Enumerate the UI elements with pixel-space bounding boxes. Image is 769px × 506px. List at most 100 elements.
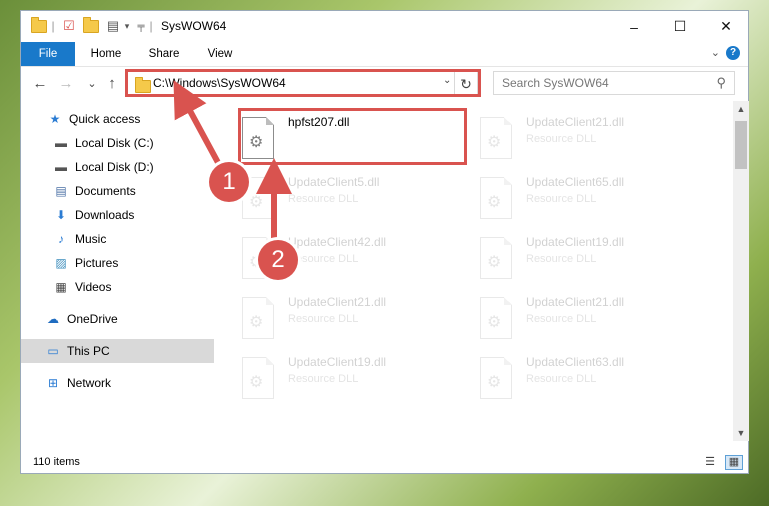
forward-button[interactable]: →	[57, 75, 75, 93]
gear-icon: ⚙	[487, 254, 502, 271]
vertical-scrollbar[interactable]: ▲ ▼	[733, 101, 749, 441]
sidebar-item-music[interactable]: ♪ Music 📌	[21, 227, 246, 251]
dll-file-icon: ⚙	[480, 177, 512, 219]
sidebar-item-pictures[interactable]: ▨ Pictures 📌	[21, 251, 246, 275]
search-icon[interactable]: ⚲	[716, 75, 726, 91]
file-item[interactable]: ⚙ UpdateClient21.dll Resource DLL	[480, 291, 700, 343]
sidebar-item-downloads[interactable]: ⬇ Downloads 📌	[21, 203, 246, 227]
sidebar-item-onedrive[interactable]: ☁ OneDrive	[21, 307, 238, 331]
recent-locations-button[interactable]: ⌄	[83, 75, 101, 93]
scroll-down-button[interactable]: ▼	[733, 425, 749, 441]
folder-icon	[135, 77, 151, 93]
help-icon[interactable]: ?	[726, 46, 740, 60]
file-name: UpdateClient19.dll	[288, 355, 387, 369]
divider: |	[51, 19, 55, 33]
gear-icon: ⚙	[487, 314, 502, 331]
sidebar-item-label: Videos	[75, 280, 112, 294]
downloads-icon: ⬇	[55, 208, 67, 222]
file-type: Resource DLL	[526, 193, 597, 205]
customize-toolbar-icon[interactable]: ▤	[105, 17, 121, 35]
dll-file-icon: ⚙	[480, 237, 512, 279]
file-type: Resource DLL	[526, 133, 597, 145]
address-path[interactable]: C:\Windows\SysWOW64	[153, 76, 286, 90]
search-box[interactable]: Search SysWOW64 ⚲	[493, 71, 735, 95]
music-icon: ♪	[58, 232, 64, 246]
file-name: UpdateClient65.dll	[526, 175, 625, 189]
new-folder-icon[interactable]	[83, 16, 99, 35]
file-name: UpdateClient5.dll	[288, 175, 380, 189]
sidebar-item-network[interactable]: ⊞ Network	[21, 371, 238, 395]
step-badge-1: 1	[209, 162, 249, 202]
file-type: Resource DLL	[288, 193, 359, 205]
file-item[interactable]: ⚙ UpdateClient19.dll Resource DLL	[242, 351, 462, 403]
refresh-button[interactable]: ↻	[454, 71, 478, 95]
tab-home[interactable]: Home	[83, 42, 129, 66]
dll-file-icon: ⚙	[480, 357, 512, 399]
dll-file-icon: ⚙	[242, 117, 274, 159]
sidebar-item-label: Pictures	[75, 256, 119, 270]
sidebar-item-local-disk-c[interactable]: ▬ Local Disk (C:) 📌	[21, 131, 246, 155]
file-name: UpdateClient19.dll	[526, 235, 625, 249]
window-title: SysWOW64	[161, 19, 227, 33]
file-type: Resource DLL	[526, 253, 597, 265]
gear-icon: ⚙	[487, 134, 502, 151]
back-button[interactable]: ←	[31, 75, 49, 93]
tab-view[interactable]: View	[197, 42, 243, 66]
file-name: UpdateClient63.dll	[526, 355, 625, 369]
file-name: UpdateClient21.dll	[526, 115, 625, 129]
large-icons-view-button[interactable]: ▦	[725, 455, 743, 470]
file-item-hpfst207[interactable]: ⚙ hpfst207.dll	[242, 111, 462, 163]
sidebar-item-label: Documents	[75, 184, 136, 198]
scroll-thumb[interactable]	[735, 121, 747, 169]
sidebar-item-videos[interactable]: ▦ Videos 📌	[21, 275, 246, 299]
file-item[interactable]: ⚙ UpdateClient19.dll Resource DLL	[480, 231, 700, 283]
file-type: Resource DLL	[288, 313, 359, 325]
search-input[interactable]: Search SysWOW64	[502, 76, 609, 90]
maximize-button[interactable]: ☐	[657, 11, 703, 42]
close-button[interactable]: ✕	[703, 11, 749, 42]
pictures-icon: ▨	[55, 256, 67, 270]
tab-file[interactable]: File	[21, 42, 75, 66]
tab-share[interactable]: Share	[141, 42, 187, 66]
ribbon-tabs: File Home Share View ⌄ ?	[21, 42, 748, 66]
explorer-window: | ☑ ▤ ▾ ╤ | SysWOW64 – ☐ ✕ File Home Sha…	[20, 10, 749, 474]
star-icon: ★	[49, 112, 61, 126]
file-name: hpfst207.dll	[288, 115, 350, 129]
properties-icon[interactable]: ☑	[61, 17, 77, 35]
sidebar-item-label: This PC	[67, 344, 110, 358]
sidebar-item-label: Downloads	[75, 208, 135, 222]
documents-icon: ▤	[55, 184, 67, 198]
sidebar-item-this-pc[interactable]: ▭ This PC	[21, 339, 238, 363]
file-item[interactable]: ⚙ UpdateClient21.dll Resource DLL	[480, 111, 700, 163]
chevron-down-icon[interactable]: ▾	[123, 17, 131, 35]
drive-icon: ▬	[55, 136, 67, 150]
videos-icon: ▦	[55, 280, 67, 294]
divider: |	[149, 19, 153, 33]
computer-icon: ▭	[47, 344, 59, 358]
onedrive-icon: ☁	[47, 312, 59, 326]
sidebar-item-label: Quick access	[69, 112, 141, 126]
status-bar: 110 items ☰ ▦	[21, 451, 748, 473]
file-type: Resource DLL	[288, 373, 359, 385]
expand-ribbon-icon[interactable]: ⌄	[711, 46, 720, 59]
gear-icon: ⚙	[249, 374, 264, 391]
file-item[interactable]: ⚙ UpdateClient21.dll Resource DLL	[242, 291, 462, 343]
drive-icon: ▬	[55, 160, 67, 174]
scroll-up-button[interactable]: ▲	[733, 101, 749, 117]
file-item[interactable]: ⚙ UpdateClient65.dll Resource DLL	[480, 171, 700, 223]
minimize-button[interactable]: –	[611, 11, 657, 42]
address-bar[interactable]: C:\Windows\SysWOW64 ⌄	[126, 71, 476, 95]
file-name: UpdateClient21.dll	[288, 295, 387, 309]
step-badge-2: 2	[258, 240, 298, 280]
dll-file-icon: ⚙	[242, 357, 274, 399]
file-item[interactable]: ⚙ UpdateClient5.dll Resource DLL	[242, 171, 462, 223]
navigation-bar: ← → ⌄ ↑ C:\Windows\SysWOW64 ⌄ ↻ Search S…	[21, 66, 748, 101]
sidebar-item-quick-access[interactable]: ★ Quick access	[21, 107, 240, 131]
details-view-button[interactable]: ☰	[701, 455, 719, 470]
chevron-down-icon[interactable]: ⌄	[443, 75, 451, 86]
file-item[interactable]: ⚙ UpdateClient63.dll Resource DLL	[480, 351, 700, 403]
gear-icon: ⚙	[249, 134, 264, 151]
up-button[interactable]: ↑	[103, 75, 121, 93]
quick-access-dropdown-icon[interactable]: ╤	[135, 17, 147, 35]
folder-icon	[31, 16, 47, 35]
